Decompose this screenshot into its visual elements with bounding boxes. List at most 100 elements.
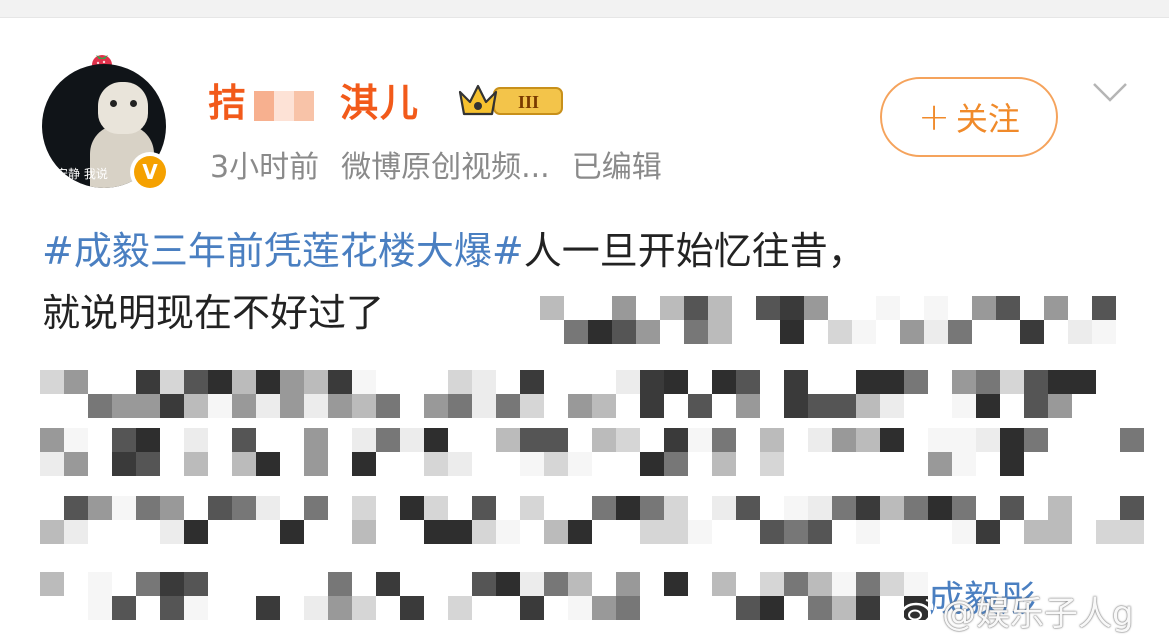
mosaic-pixel [780, 296, 804, 320]
author-name-mosaic [254, 90, 335, 121]
mosaic-pixel [708, 320, 732, 344]
mosaic-pixel [808, 572, 832, 596]
mosaic-pixel [780, 320, 804, 344]
mosaic-pixel [328, 394, 352, 418]
mosaic-pixel [88, 394, 112, 418]
mosaic-pixel [184, 520, 208, 544]
mosaic-pixel [736, 496, 760, 520]
mosaic-pixel [256, 452, 280, 476]
mosaic-pixel [760, 452, 784, 476]
follow-button[interactable]: + 关注 [880, 77, 1058, 157]
mosaic-pixel [784, 520, 808, 544]
chevron-down-icon[interactable] [1090, 80, 1130, 104]
mosaic-pixel [1120, 520, 1144, 544]
mosaic-pixel [208, 394, 232, 418]
mosaic-pixel [112, 496, 136, 520]
mosaic-pixel [876, 296, 900, 320]
mosaic-pixel [784, 394, 808, 418]
mosaic-pixel [544, 428, 568, 452]
mosaic-pixel [376, 394, 400, 418]
mosaic-pixel [424, 428, 448, 452]
mosaic-pixel [424, 496, 448, 520]
mosaic-pixel [160, 520, 184, 544]
mosaic-pixel [256, 370, 280, 394]
watermark-text: @娱乐子人g [942, 594, 1134, 634]
mosaic-pixel [136, 394, 160, 418]
mosaic-pixel [684, 320, 708, 344]
mosaic-pixel [1024, 394, 1048, 418]
mosaic-pixel [232, 428, 256, 452]
mosaic-pixel [688, 520, 712, 544]
mosaic-pixel [256, 394, 280, 418]
mosaic-pixel [544, 572, 568, 596]
mosaic-pixel [304, 370, 328, 394]
mosaic-pixel [88, 496, 112, 520]
mosaic-pixel [976, 520, 1000, 544]
mosaic-pixel [256, 496, 280, 520]
mosaic-pixel [972, 296, 996, 320]
mosaic-pixel [1048, 394, 1072, 418]
mosaic-pixel [832, 394, 856, 418]
mosaic-pixel [712, 452, 736, 476]
author-name[interactable]: 拮 淇儿 [208, 72, 420, 127]
mosaic-pixel [64, 428, 88, 452]
mosaic-pixel [760, 572, 784, 596]
mosaic-pixel [472, 520, 496, 544]
post-hashtag[interactable]: #成毅三年前凭莲花楼大爆# [42, 229, 524, 273]
mosaic-pixel [612, 296, 636, 320]
mosaic-pixel [64, 370, 88, 394]
mosaic-pixel [232, 394, 256, 418]
mosaic-pixel [900, 320, 924, 344]
mosaic-pixel [928, 496, 952, 520]
mosaic-pixel [948, 320, 972, 344]
mosaic-pixel [496, 520, 520, 544]
mosaic-pixel [804, 296, 828, 320]
mosaic-pixel [232, 370, 256, 394]
mosaic-pixel [784, 572, 808, 596]
mosaic-pixel [640, 394, 664, 418]
mosaic-pixel [352, 596, 376, 620]
mosaic-pixel [928, 452, 952, 476]
mosaic-pixel [976, 370, 1000, 394]
verified-v-icon: V [134, 156, 166, 188]
mosaic-pixel [64, 520, 88, 544]
mosaic-pixel [424, 394, 448, 418]
mosaic-pixel [640, 496, 664, 520]
mosaic-pixel [1000, 428, 1024, 452]
mosaic-pixel [328, 370, 352, 394]
mosaic-pixel [832, 428, 856, 452]
mosaic-pixel [352, 520, 376, 544]
mosaic-pixel [280, 370, 304, 394]
mosaic-pixel [688, 428, 712, 452]
crown-vip-icon[interactable]: III [456, 78, 568, 122]
mosaic-pixel [684, 296, 708, 320]
mosaic-pixel [808, 520, 832, 544]
mosaic-pixel [856, 428, 880, 452]
mosaic-pixel [952, 496, 976, 520]
mosaic-pixel [400, 496, 424, 520]
post-edited[interactable]: 已编辑 [572, 142, 662, 186]
mosaic-pixel [736, 370, 760, 394]
weibo-logo-icon [900, 598, 934, 625]
mosaic-pixel [112, 452, 136, 476]
mosaic-pixel [664, 496, 688, 520]
mosaic-pixel [472, 370, 496, 394]
mosaic-pixel [784, 370, 808, 394]
mosaic-pixel [616, 496, 640, 520]
mosaic-pixel [448, 370, 472, 394]
mosaic-pixel [828, 320, 852, 344]
mosaic-pixel [880, 496, 904, 520]
mosaic-pixel [112, 596, 136, 620]
mosaic-pixel [540, 296, 564, 320]
mosaic-pixel [352, 370, 376, 394]
mosaic-pixel [208, 370, 232, 394]
post-source[interactable]: 微博原创视频... [341, 142, 550, 186]
author-avatar-container[interactable]: 安静 我说 V [42, 48, 170, 192]
mosaic-pixel [952, 452, 976, 476]
mosaic-pixel [328, 572, 352, 596]
mosaic-pixel [592, 394, 616, 418]
mosaic-pixel [1024, 428, 1048, 452]
mosaic-pixel [736, 394, 760, 418]
mosaic-pixel [88, 596, 112, 620]
mosaic-pixel [1000, 452, 1024, 476]
